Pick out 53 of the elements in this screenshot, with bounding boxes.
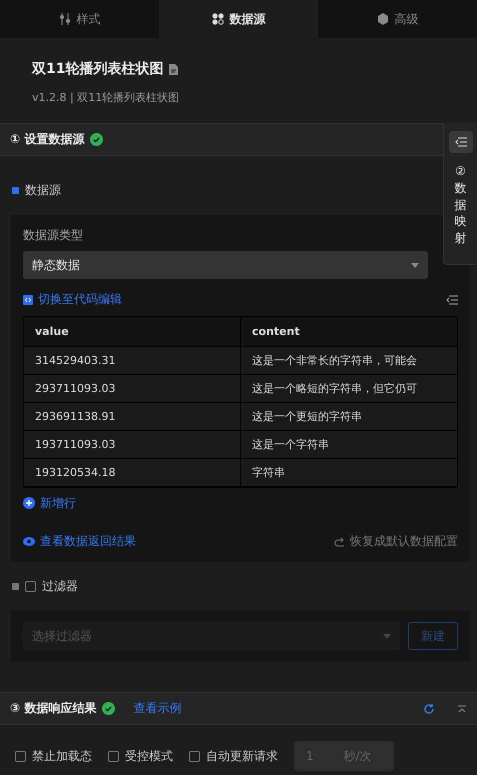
dots-grid-icon — [212, 13, 224, 25]
view-example-link[interactable]: 查看示例 — [133, 700, 182, 717]
hexagon-icon — [376, 13, 388, 25]
option-label: 受控模式 — [125, 748, 173, 764]
option-label: 自动更新请求 — [206, 748, 278, 764]
version-text: v1.2.8 | 双11轮播列表柱状图 — [32, 90, 180, 105]
table-cell: 314529403.31 — [24, 347, 241, 375]
option-checkbox[interactable] — [15, 750, 26, 762]
success-check-icon — [102, 702, 116, 715]
view-result-link[interactable]: 查看数据返回结果 — [23, 533, 136, 550]
caret-icon — [411, 262, 419, 268]
collapse-list-button[interactable] — [448, 131, 472, 153]
component-title: 双11轮播列表柱状图 — [32, 60, 164, 78]
interval-input[interactable]: 1 秒/次 — [294, 741, 394, 771]
option-label: 禁止加载态 — [32, 748, 92, 764]
eye-icon — [23, 537, 35, 546]
option-checkbox[interactable] — [189, 750, 200, 762]
table-cell: 193120534.18 — [24, 459, 241, 487]
field-label: 数据源类型 — [23, 227, 84, 244]
document-icon — [169, 64, 178, 74]
table-cell: 293711093.03 — [24, 375, 241, 403]
tab[interactable]: 样式 — [0, 0, 159, 38]
add-row-link[interactable]: 新增行 — [23, 494, 76, 512]
collapse-up-icon[interactable] — [457, 704, 467, 712]
table-cell: 193711093.03 — [24, 431, 241, 459]
table-cell: 这是一个字符串 — [241, 431, 457, 459]
code-edit-link[interactable]: 切换至代码编辑 — [23, 291, 122, 308]
option-checkbox[interactable] — [108, 750, 119, 762]
square-bullet-icon — [12, 583, 19, 590]
filter-label: 过滤器 — [42, 578, 78, 595]
section-title: ③ 数据响应结果 — [10, 700, 96, 717]
table-cell: 293691138.91 — [24, 403, 241, 431]
collapse-list-icon[interactable] — [446, 294, 458, 304]
table-cell: 这是一个更短的字符串 — [241, 403, 457, 431]
square-bullet-icon — [12, 187, 19, 194]
data-mapping-tab[interactable]: ② 数据映射 — [454, 163, 466, 247]
plus-circle-icon — [23, 497, 35, 509]
subsection-label: 数据源 — [25, 182, 61, 199]
collapse-list-icon — [454, 137, 466, 147]
code-icon — [23, 294, 33, 304]
table-cell: 这是一个略短的字符串，但它仍可 — [241, 375, 457, 403]
column-header: value — [24, 317, 241, 347]
tab[interactable]: 高级 — [318, 0, 477, 38]
caret-icon — [383, 634, 391, 638]
refresh-icon[interactable] — [423, 702, 435, 714]
sliders-icon — [58, 13, 70, 25]
table-cell: 这是一个非常长的字符串，可能会 — [241, 347, 457, 375]
reset-default-link[interactable]: 恢复成默认数据配置 — [334, 533, 458, 550]
table-cell: 字符串 — [241, 459, 457, 487]
success-check-icon — [90, 133, 104, 146]
datasource-type-select[interactable]: 静态数据 — [23, 251, 428, 279]
redo-icon — [334, 536, 345, 546]
section-title: ① 设置数据源 — [10, 131, 84, 148]
